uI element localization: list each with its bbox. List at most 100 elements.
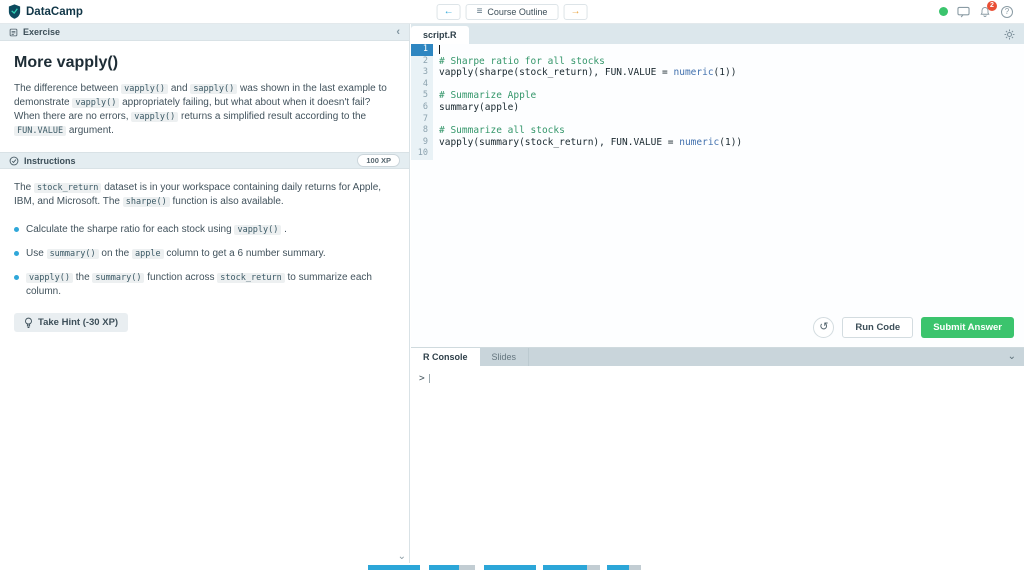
line-number: 7 (411, 113, 433, 126)
run-code-button[interactable]: Run Code (842, 317, 914, 338)
line-content: # Summarize all stocks (433, 125, 565, 137)
code-token: vapply(sharpe(stock_return), FUN.VALUE = (439, 67, 674, 79)
instructions-body: The stock_return dataset is in your work… (0, 169, 409, 346)
bullet-dot (14, 251, 19, 256)
code-line[interactable]: 3 vapply(sharpe(stock_return), FUN.VALUE … (411, 67, 1024, 79)
exercise-icon (9, 28, 18, 36)
inline-code: summary() (46, 249, 99, 259)
instruction-item: Calculate the sharpe ratio for each stoc… (14, 223, 395, 237)
line-number: 5 (411, 90, 433, 102)
progress-segment[interactable] (459, 564, 475, 570)
course-progress-bar (0, 563, 1024, 571)
code-line[interactable]: 5 # Summarize Apple (411, 90, 1024, 102)
reset-icon: ↺ (819, 321, 829, 333)
inline-code: stock_return (34, 183, 102, 193)
notifications-bell-icon[interactable]: 2 (978, 0, 997, 19)
console-tabbar-filler: ⌄ (529, 348, 1024, 366)
editor-panel: script.R 1 2 # Sharpe ratio for all stocks… (411, 24, 1024, 563)
line-number: 3 (411, 67, 433, 79)
code-token: summary(apple) (439, 101, 520, 113)
code-line[interactable]: 8 # Summarize all stocks (411, 125, 1024, 137)
help-icon[interactable]: ? (1000, 5, 1014, 19)
next-exercise-button[interactable]: → (563, 4, 588, 20)
progress-segment[interactable] (607, 564, 629, 570)
inline-code: sapply() (190, 84, 238, 94)
reset-code-button[interactable]: ↺ (813, 317, 835, 338)
instruction-text: vapply() the summary() function across s… (26, 272, 372, 297)
inline-code: FUN.VALUE (14, 126, 67, 136)
progress-segment[interactable] (543, 564, 587, 570)
code-line[interactable]: 1 (411, 44, 1024, 56)
connection-status-dot (939, 7, 948, 16)
line-number: 9 (411, 136, 433, 149)
progress-segment[interactable] (429, 564, 459, 570)
exercise-header: Exercise ‹ (0, 24, 409, 41)
exercise-description: The difference between vapply() and sapp… (14, 83, 387, 136)
bullet-dot (14, 275, 19, 280)
code-token: (1)) (719, 136, 743, 148)
course-navigation: ← ≡ Course Outline → (436, 0, 588, 24)
code-line[interactable]: 4 (411, 78, 1024, 91)
collapse-console-icon[interactable]: ⌄ (1008, 352, 1016, 362)
line-content: summary(apple) (433, 102, 519, 114)
collapse-panel-icon[interactable]: ‹ (396, 26, 400, 38)
tab-slides[interactable]: Slides (479, 348, 530, 366)
code-line[interactable]: 9 vapply(summary(stock_return), FUN.VALUE… (411, 136, 1024, 149)
xp-badge: 100 XP (357, 154, 400, 167)
instruction-text: Calculate the sharpe ratio for each stoc… (26, 224, 287, 235)
instruction-item: Use summary() on the apple column to get… (14, 247, 395, 261)
progress-segment[interactable] (368, 564, 420, 570)
text-cursor (439, 45, 440, 54)
code-line[interactable]: 6 summary(apple) (411, 101, 1024, 114)
progress-gap (536, 565, 543, 570)
inline-code: vapply() (26, 273, 73, 283)
instructions-header-label: Instructions (24, 155, 76, 166)
inline-code: stock_return (217, 273, 285, 283)
editor-settings-icon[interactable] (1004, 24, 1024, 44)
brand[interactable]: DataCamp (0, 4, 83, 19)
exercise-panel: Exercise ‹ More vapply() The difference … (0, 24, 410, 563)
r-console[interactable]: > (411, 366, 1024, 563)
progress-gap (420, 565, 429, 570)
line-number: 10 (411, 148, 433, 160)
datacamp-logo-icon (8, 4, 21, 19)
instruction-text: Use summary() on the apple column to get… (26, 248, 326, 259)
code-line[interactable]: 7 (411, 113, 1024, 126)
back-arrow-icon: ← (443, 6, 454, 17)
tab-script-r[interactable]: script.R (411, 26, 469, 44)
previous-exercise-button[interactable]: ← (436, 4, 461, 20)
code-token: # Summarize Apple (439, 90, 537, 102)
take-hint-button[interactable]: Take Hint (-30 XP) (14, 313, 129, 332)
editor-tabbar: script.R (411, 24, 1024, 44)
topbar: DataCamp ← ≡ Course Outline → 2 ? (0, 0, 1024, 24)
scroll-down-icon[interactable]: ⌄ (398, 552, 406, 562)
line-content (433, 79, 439, 91)
feedback-icon[interactable] (956, 5, 970, 19)
progress-segment[interactable] (629, 564, 641, 570)
progress-segment[interactable] (587, 564, 600, 570)
tab-r-console[interactable]: R Console (411, 348, 480, 366)
line-content (433, 44, 440, 56)
code-lines: 1 2 # Sharpe ratio for all stocks 3 vapply(s… (411, 44, 1024, 160)
topbar-right: 2 ? (939, 0, 1024, 19)
progress-segment[interactable] (484, 564, 536, 570)
forward-arrow-icon: → (570, 6, 581, 17)
code-editor[interactable]: 1 2 # Sharpe ratio for all stocks 3 vapply(s… (411, 44, 1024, 347)
code-line[interactable]: 2 # Sharpe ratio for all stocks (411, 55, 1024, 68)
progress-gap (600, 565, 607, 570)
line-number: 8 (411, 125, 433, 137)
inline-code: sharpe() (122, 197, 170, 207)
submit-answer-button[interactable]: Submit Answer (921, 317, 1014, 338)
course-outline-button[interactable]: ≡ Course Outline (465, 4, 559, 20)
line-content (433, 148, 439, 160)
inline-code: apple (131, 249, 164, 259)
code-token: (1)) (713, 67, 737, 79)
line-content: # Summarize Apple (433, 90, 536, 102)
exercise-header-label: Exercise (23, 27, 61, 37)
line-content: vapply(sharpe(stock_return), FUN.VALUE =… (433, 67, 736, 79)
line-number: 6 (411, 101, 433, 114)
line-number: 2 (411, 55, 433, 68)
code-line[interactable]: 10 (411, 148, 1024, 160)
inline-code: vapply() (121, 84, 169, 94)
brand-name: DataCamp (26, 5, 83, 18)
